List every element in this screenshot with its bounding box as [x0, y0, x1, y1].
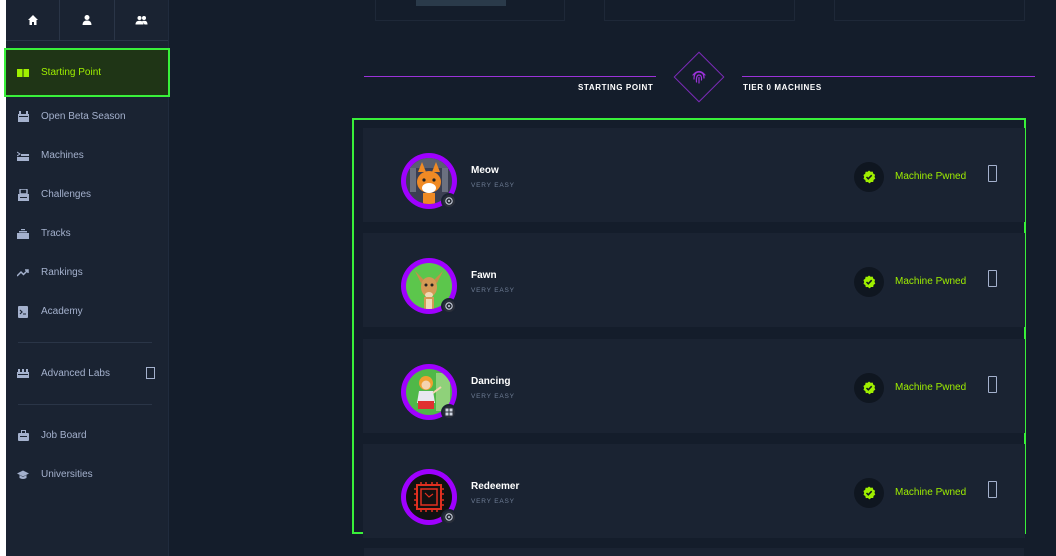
sidebar-item-label: Advanced Labs	[41, 368, 110, 379]
graduation-icon	[17, 469, 29, 481]
machine-card-meow[interactable]: Meow VERY EASY Machine Pwned	[363, 128, 1025, 222]
machine-menu-button[interactable]	[988, 165, 997, 182]
machine-difficulty: VERY EASY	[471, 393, 515, 400]
sidebar-item-tracks[interactable]: Tracks	[6, 214, 168, 253]
sidebar-item-label: Rankings	[41, 267, 83, 278]
sidebar-item-machines[interactable]: Machines	[6, 136, 168, 175]
linux-os-icon	[441, 193, 457, 209]
sidebar-item-label: Universities	[41, 469, 93, 480]
rankings-icon	[17, 267, 29, 279]
previous-card	[375, 0, 565, 21]
machine-status: Machine Pwned	[895, 487, 967, 498]
machine-card-fawn[interactable]: Fawn VERY EASY Machine Pwned	[363, 233, 1025, 327]
sidebar-item-universities[interactable]: Universities	[6, 455, 168, 494]
section-label-left: STARTING POINT	[578, 83, 654, 92]
section-label-right: TIER 0 MACHINES	[743, 83, 822, 92]
sidebar-divider	[18, 404, 152, 405]
tracks-icon	[17, 228, 29, 240]
machine-status: Machine Pwned	[895, 276, 967, 287]
academy-icon	[17, 305, 29, 318]
section-divider-right	[742, 76, 1035, 77]
team-icon	[135, 16, 148, 25]
pwned-check-icon	[854, 478, 884, 508]
book-icon	[17, 67, 29, 79]
pwned-check-icon	[854, 267, 884, 297]
machine-menu-button[interactable]	[988, 376, 997, 393]
lock-icon	[146, 367, 155, 379]
machine-avatar	[401, 364, 457, 420]
windows-os-icon	[441, 404, 457, 420]
profile-button[interactable]	[60, 0, 115, 40]
machine-name: Meow	[471, 165, 499, 176]
previous-card	[834, 0, 1025, 21]
sidebar-item-open-beta-season[interactable]: Open Beta Season	[6, 97, 168, 136]
challenges-icon	[17, 188, 29, 201]
season-icon	[17, 111, 29, 123]
sidebar-item-rankings[interactable]: Rankings	[6, 253, 168, 292]
sidebar-item-label: Tracks	[41, 228, 71, 239]
machine-name: Fawn	[471, 270, 497, 281]
section-emblem	[673, 51, 725, 103]
previous-card	[604, 0, 795, 21]
sidebar-item-label: Challenges	[41, 189, 92, 200]
machine-card-dancing[interactable]: Dancing VERY EASY Machine Pwned	[363, 339, 1025, 433]
sidebar-item-label: Job Board	[41, 430, 87, 441]
machine-avatar	[401, 153, 457, 209]
machine-status: Machine Pwned	[895, 382, 967, 393]
sidebar-item-label: Starting Point	[41, 67, 102, 78]
machine-avatar	[401, 469, 457, 525]
machine-name: Dancing	[471, 376, 511, 387]
machine-difficulty: VERY EASY	[471, 287, 515, 294]
sidebar-top-icons	[6, 0, 168, 41]
sidebar-item-academy[interactable]: Academy	[6, 292, 168, 331]
section-divider-left	[364, 76, 656, 77]
main-content: STARTING POINT TIER 0 MACHINES Meow VERY…	[169, 0, 1056, 556]
machine-menu-button[interactable]	[988, 481, 997, 498]
sidebar: Starting Point Open Beta Season Machines…	[4, 0, 170, 556]
machine-name: Redeemer	[471, 481, 520, 492]
machine-status: Machine Pwned	[895, 171, 967, 182]
next-card-edge	[364, 548, 1024, 556]
sidebar-item-starting-point[interactable]: Starting Point	[4, 48, 170, 97]
machine-difficulty: VERY EASY	[471, 498, 515, 505]
machines-icon	[17, 150, 29, 162]
sidebar-item-job-board[interactable]: Job Board	[6, 416, 168, 455]
team-button[interactable]	[115, 0, 168, 40]
home-button[interactable]	[6, 0, 61, 40]
fingerprint-icon	[692, 70, 706, 84]
sidebar-divider	[18, 342, 152, 343]
home-icon	[27, 15, 38, 25]
linux-os-icon	[441, 509, 457, 525]
user-icon	[82, 15, 92, 25]
sidebar-item-label: Open Beta Season	[41, 111, 126, 122]
machine-menu-button[interactable]	[988, 270, 997, 287]
machine-card-redeemer[interactable]: Redeemer VERY EASY Machine Pwned	[363, 444, 1025, 538]
linux-os-icon	[441, 298, 457, 314]
machine-difficulty: VERY EASY	[471, 182, 515, 189]
briefcase-icon	[17, 430, 29, 442]
machine-avatar	[401, 258, 457, 314]
sidebar-item-challenges[interactable]: Challenges	[6, 175, 168, 214]
tier-machines-list: Meow VERY EASY Machine Pwned Fawn VERY E…	[352, 118, 1026, 538]
pwned-check-icon	[854, 373, 884, 403]
sidebar-item-label: Academy	[41, 306, 83, 317]
sidebar-item-advanced-labs[interactable]: Advanced Labs	[6, 354, 168, 393]
pwned-check-icon	[854, 162, 884, 192]
labs-icon	[17, 368, 29, 380]
sidebar-item-label: Machines	[41, 150, 84, 161]
